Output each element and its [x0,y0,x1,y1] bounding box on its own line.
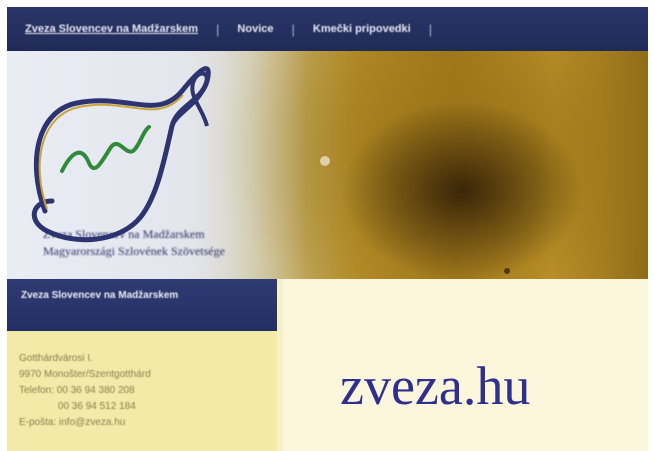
sidebar-heading-text: Zveza Slovencev na Madžarskem [21,290,179,301]
nav-separator: | [291,21,295,37]
top-navigation: Zveza Slovencev na Madžarskem | Novice |… [7,7,648,51]
nav-link-home[interactable]: Zveza Slovencev na Madžarskem [25,23,198,35]
nav-separator: | [428,21,433,37]
organization-name: Zveza Slovencev na Madžarskem Magyarorsz… [43,226,303,260]
contact-email[interactable]: E-pošta: info@zveza.hu [19,415,277,431]
nav-link-news[interactable]: Novice [237,23,273,35]
domain-watermark: zveza.hu [340,356,531,416]
contact-address: Gotthárdvárosi I. [19,353,93,364]
header-banner: Zveza Slovencev na Madžarskem Magyarorsz… [7,51,648,279]
contact-city: 9970 Monošter/Szentgotthárd [19,369,151,380]
page-frame: Zveza Slovencev na Madžarskem | Novice |… [7,7,648,451]
organization-name-line2: Magyarországi Szlovének Szövetsége [43,244,225,258]
contact-phone-2: 00 36 94 512 184 [19,401,136,412]
organization-name-line1: Zveza Slovencev na Madžarskem [43,227,205,241]
contact-phone: Telefon: 00 36 94 380 208 [19,385,135,396]
sidebar-contact: Gotthárdvárosi I. 9970 Monošter/Szentgot… [7,331,277,451]
nav-link-stories[interactable]: Kmečki pripovedki [313,23,411,35]
sidebar-heading: Zveza Slovencev na Madžarskem [7,279,277,331]
nav-separator: | [216,21,220,37]
